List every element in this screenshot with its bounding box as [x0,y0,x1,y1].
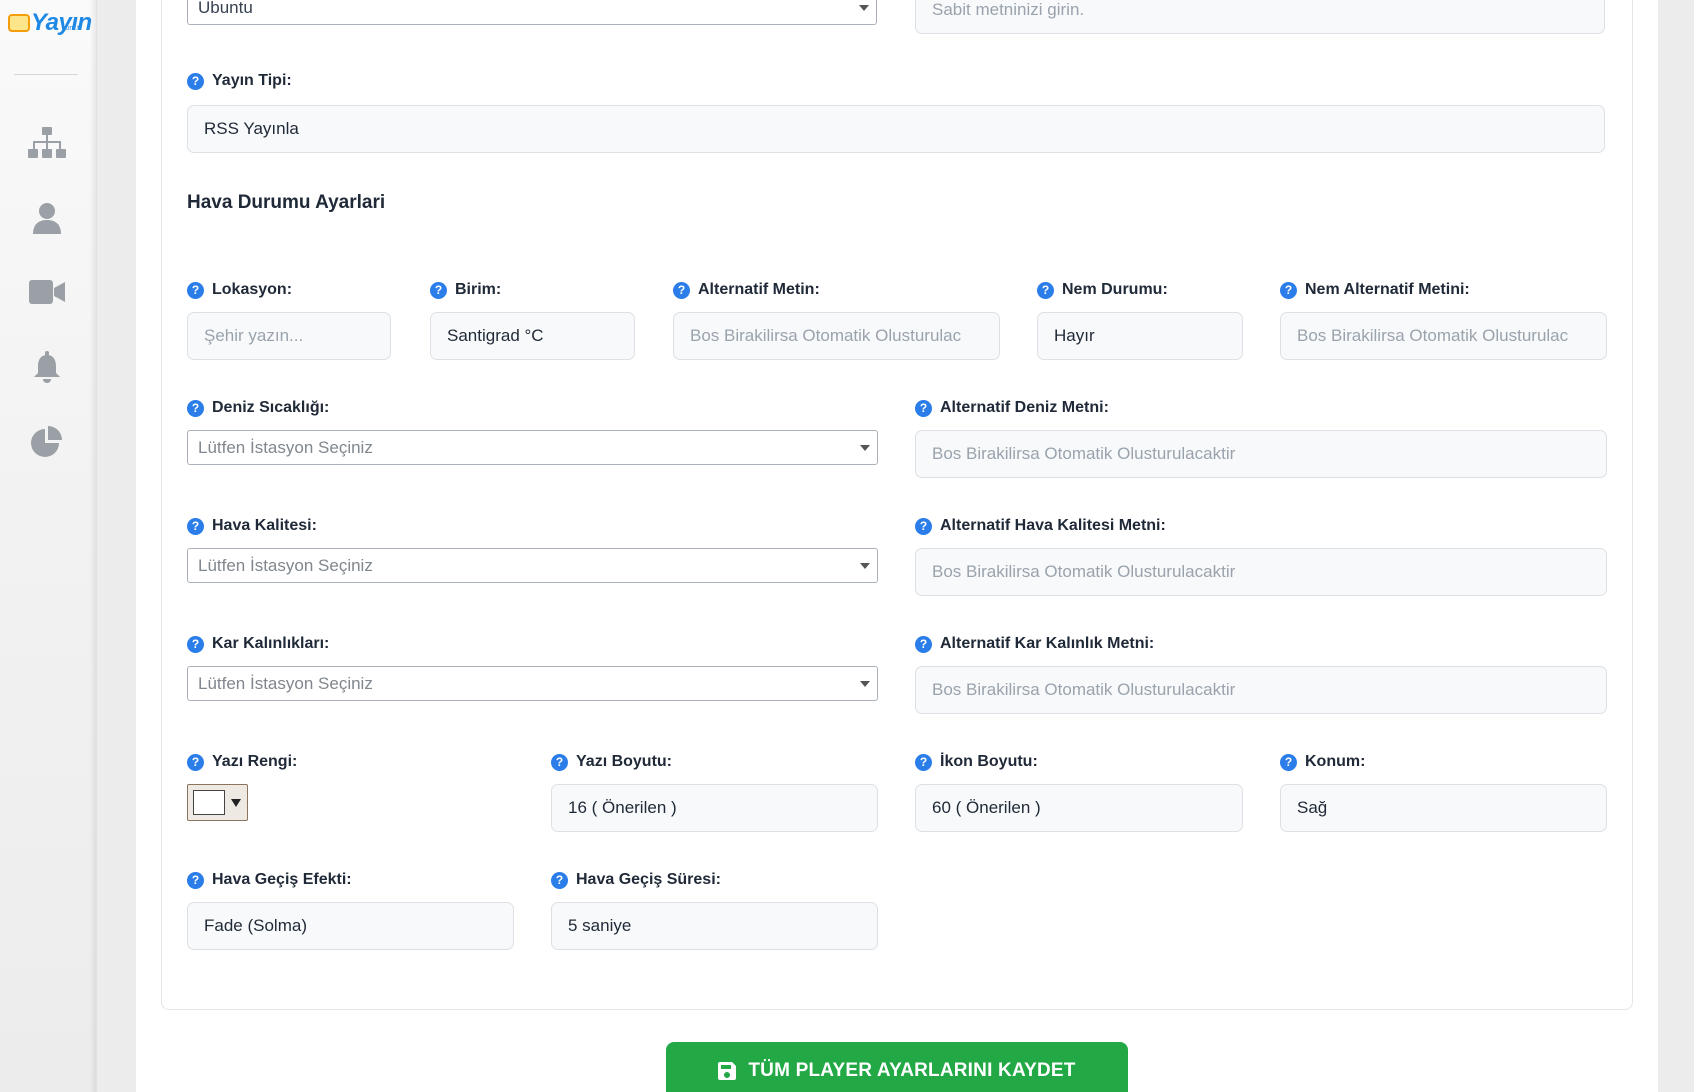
unit-label: ? Birim: [430,281,501,299]
alt-text-input[interactable]: Bos Birakilirsa Otomatik Olusturulac [673,312,1000,360]
air-quality-label: ? Hava Kalitesi: [187,517,317,535]
position-label: ? Konum: [1280,753,1365,771]
font-size-select[interactable]: 16 ( Önerilen ) [551,784,878,832]
brand-domain: com.tr [62,25,82,32]
snow-alt-label: ? Alternatif Kar Kalınlık Metni: [915,635,1154,653]
help-icon[interactable]: ? [551,871,568,889]
video-icon [29,280,65,304]
sidebar-item-video[interactable] [26,273,68,311]
humidity-label: ? Nem Durumu: [1037,281,1168,299]
transition-duration-select[interactable]: 5 saniye [551,902,878,950]
sidebar-divider [14,74,78,75]
location-input[interactable]: Şehir yazın... [187,312,391,360]
location-label: ? Lokasyon: [187,281,292,299]
help-icon[interactable]: ? [187,399,204,417]
sidebar-item-notifications[interactable] [26,348,68,386]
transition-effect-select[interactable]: Fade (Solma) [187,902,514,950]
chevron-down-icon [860,444,870,451]
save-icon [718,1062,737,1080]
air-quality-select[interactable]: Lütfen İstasyon Seçiniz [187,548,878,583]
icon-size-select[interactable]: 60 ( Önerilen ) [915,784,1243,832]
help-icon[interactable]: ? [915,635,932,653]
humidity-alt-label: ? Nem Alternatif Metini: [1280,281,1470,299]
transition-duration-label: ? Hava Geçiş Süresi: [551,871,721,889]
alt-text-label: ? Alternatif Metin: [673,281,820,299]
sidebar-item-sitemap[interactable] [26,124,68,162]
help-icon[interactable]: ? [1037,281,1054,299]
help-icon[interactable]: ? [187,635,204,653]
help-icon[interactable]: ? [187,871,204,889]
help-icon[interactable]: ? [673,281,690,299]
os-select-value: Ubuntu [198,0,253,17]
brand-logo[interactable]: Yayın [8,8,92,38]
chevron-down-icon [860,680,870,687]
save-all-button-label: TÜM PLAYER AYARLARINI KAYDET [748,1060,1076,1081]
bell-icon [34,351,60,383]
help-icon[interactable]: ? [551,753,568,771]
help-icon[interactable]: ? [915,517,932,535]
help-icon[interactable]: ? [1280,753,1297,771]
sea-temp-select[interactable]: Lütfen İstasyon Seçiniz [187,430,878,465]
air-alt-label: ? Alternatif Hava Kalitesi Metni: [915,517,1166,535]
help-icon[interactable]: ? [187,517,204,535]
user-icon [33,203,61,234]
broadcast-type-label: ? Yayın Tipi: [187,72,292,90]
broadcast-type-select[interactable]: RSS Yayınla [187,105,1605,153]
sidebar-item-reports[interactable] [26,423,68,461]
chevron-down-icon [860,562,870,569]
text-color-label: ? Yazı Rengi: [187,753,297,771]
sea-alt-label: ? Alternatif Deniz Metni: [915,399,1109,417]
transition-effect-label: ? Hava Geçiş Efekti: [187,871,352,889]
help-icon[interactable]: ? [187,281,204,299]
humidity-alt-input[interactable]: Bos Birakilirsa Otomatik Olusturulac [1280,312,1607,360]
position-select[interactable]: Sağ [1280,784,1607,832]
help-icon[interactable]: ? [1280,281,1297,299]
air-alt-input[interactable]: Bos Birakilirsa Otomatik Olusturulacakti… [915,548,1607,596]
snow-label: ? Kar Kalınlıkları: [187,635,329,653]
font-size-label: ? Yazı Boyutu: [551,753,672,771]
weather-section-title: Hava Durumu Ayarlari [187,192,386,213]
chevron-down-icon [231,798,241,807]
snow-select[interactable]: Lütfen İstasyon Seçiniz [187,666,878,701]
color-swatch [193,790,225,815]
sidebar-item-user[interactable] [26,199,68,237]
broadcast-type-value: RSS Yayınla [204,119,299,138]
chevron-down-icon [859,4,869,11]
unit-select[interactable]: Santigrad °C [430,312,635,360]
help-icon[interactable]: ? [915,753,932,771]
fixed-text-input[interactable]: Sabit metninizi girin. [915,0,1605,34]
help-icon[interactable]: ? [187,753,204,771]
text-color-picker[interactable] [187,784,248,821]
logo-mark-icon [8,14,30,32]
sea-temp-label: ? Deniz Sıcaklığı: [187,399,329,417]
humidity-select[interactable]: Hayır [1037,312,1243,360]
help-icon[interactable]: ? [915,399,932,417]
sidebar: Yayın com.tr [0,0,97,1092]
pie-chart-icon [31,426,62,457]
os-select[interactable]: Ubuntu [187,0,877,25]
sea-alt-input[interactable]: Bos Birakilirsa Otomatik Olusturulacakti… [915,430,1607,478]
icon-size-label: ? İkon Boyutu: [915,753,1038,771]
fixed-text-placeholder: Sabit metninizi girin. [932,0,1085,19]
sitemap-icon [28,127,66,158]
help-icon[interactable]: ? [187,72,204,90]
save-all-button[interactable]: TÜM PLAYER AYARLARINI KAYDET [666,1042,1128,1092]
help-icon[interactable]: ? [430,281,447,299]
snow-alt-input[interactable]: Bos Birakilirsa Otomatik Olusturulacakti… [915,666,1607,714]
